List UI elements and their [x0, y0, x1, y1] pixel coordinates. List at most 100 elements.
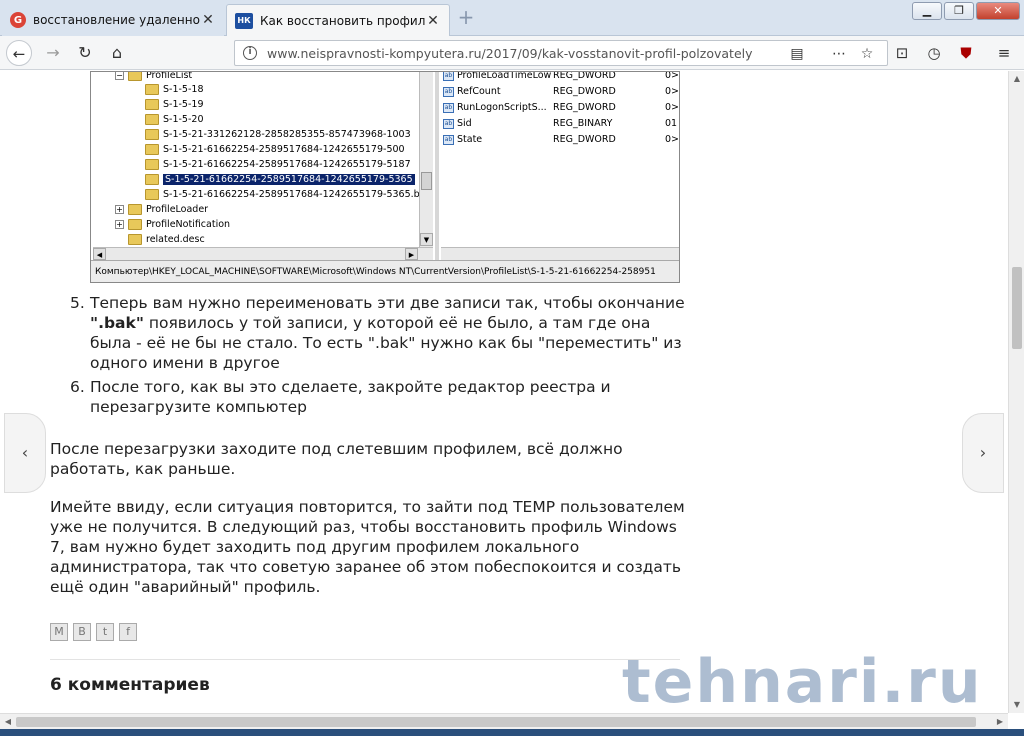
blogger-icon[interactable]: B: [73, 623, 91, 641]
tree-item-label: related.desc: [146, 234, 205, 245]
value-name: RunLogonScriptS...: [457, 102, 547, 113]
value-data: 01: [665, 118, 678, 129]
scroll-right-arrow-icon[interactable]: ▶: [992, 714, 1008, 730]
window-controls: ▁ ❐ ✕: [910, 2, 1020, 20]
tab-inactive[interactable]: G восстановление удаленного п ✕: [2, 4, 224, 36]
site-favicon-icon: НК: [235, 12, 253, 29]
taskbar-edge: [0, 729, 1024, 736]
expand-icon: +: [115, 205, 124, 214]
divider: [50, 659, 680, 660]
reload-icon[interactable]: ↻: [72, 40, 98, 66]
folder-icon: [145, 114, 159, 125]
tree-item-label: S-1-5-21-61662254-2589517684-1242655179-…: [163, 144, 405, 155]
tree-item: + ProfileLoader: [115, 202, 208, 217]
bookmark-star-icon[interactable]: ☆: [857, 44, 877, 64]
value-row: ab RunLogonScriptS... REG_DWORD 0>: [443, 100, 679, 115]
url-text[interactable]: www.neispravnosti-kompyutera.ru/2017/09/…: [267, 46, 787, 61]
scroll-left-arrow-icon[interactable]: ◀: [0, 714, 16, 730]
tree-item: S-1-5-21-61662254-2589517684-1242655179-…: [145, 142, 405, 157]
minimize-button[interactable]: ▁: [912, 2, 942, 20]
page-horizontal-scrollbar[interactable]: ◀ ▶: [0, 713, 1008, 729]
site-info-icon[interactable]: i: [243, 46, 257, 60]
folder-icon: [128, 219, 142, 230]
navigation-bar: ← → ↻ ⌂ i www.neispravnosti-kompyutera.r…: [0, 36, 1024, 70]
folder-icon: [145, 159, 159, 170]
step-text: появилось у той записи, у которой её не …: [90, 314, 682, 372]
home-icon[interactable]: ⌂: [104, 40, 130, 66]
value-data: 0>: [665, 134, 679, 145]
page-actions-icon[interactable]: ⋯: [829, 44, 849, 64]
close-window-button[interactable]: ✕: [976, 2, 1020, 20]
paragraph: Имейте ввиду, если ситуация повторится, …: [50, 498, 685, 596]
library-icon[interactable]: ⊡: [890, 42, 914, 66]
forward-arrow-icon[interactable]: →: [40, 40, 66, 66]
page-vertical-scrollbar[interactable]: ▲ ▼: [1008, 71, 1024, 713]
value-name: Sid: [457, 118, 472, 129]
tab-active[interactable]: НК Как восстановить профиль по ✕: [226, 4, 450, 36]
registry-editor-screenshot: − ProfileList S-1-5-18 S-1-5-19 S-1-5-20…: [90, 71, 680, 283]
tree-horizontal-scrollbar: ◀ ▶: [93, 247, 433, 260]
google-favicon-icon: G: [10, 12, 26, 28]
tree-item-label: S-1-5-21-331262128-2858285355-857473968-…: [163, 129, 411, 140]
expand-icon: +: [115, 220, 124, 229]
article-body: 5. Теперь вам нужно переименовать эти дв…: [50, 293, 690, 597]
value-type: REG_DWORD: [553, 72, 616, 81]
scroll-up-arrow-icon[interactable]: ▲: [1009, 71, 1024, 87]
address-bar[interactable]: i www.neispravnosti-kompyutera.ru/2017/0…: [234, 40, 888, 66]
scroll-thumb[interactable]: [16, 717, 976, 727]
scroll-right-arrow-icon: ▶: [405, 248, 418, 260]
pane-splitter: [435, 72, 439, 260]
close-tab-icon[interactable]: ✕: [200, 12, 216, 28]
scroll-down-arrow-icon[interactable]: ▼: [1009, 697, 1024, 713]
registry-tree: − ProfileList S-1-5-18 S-1-5-19 S-1-5-20…: [93, 72, 433, 247]
tree-item-label: S-1-5-18: [163, 84, 204, 95]
value-row: ab ProfileLoadTimeLow REG_DWORD 0>: [443, 72, 679, 83]
value-row: ab State REG_DWORD 0>: [443, 132, 679, 147]
tree-item: S-1-5-20: [145, 112, 204, 127]
step-text: Теперь вам нужно переименовать эти две з…: [90, 294, 685, 312]
dword-value-icon: ab: [443, 86, 454, 97]
tree-vertical-scrollbar: ▼: [419, 72, 433, 247]
folder-icon: [145, 189, 159, 200]
value-data: 0>: [665, 72, 679, 81]
history-clock-icon[interactable]: ◷: [922, 42, 946, 66]
value-type: REG_DWORD: [553, 102, 616, 113]
tree-item: S-1-5-21-331262128-2858285355-857473968-…: [145, 127, 411, 142]
tree-item-label: ProfileLoader: [146, 204, 209, 215]
twitter-icon[interactable]: t: [96, 623, 114, 641]
tree-item-label: S-1-5-21-61662254-2589517684-1242655179-…: [163, 159, 411, 170]
value-data: 0>: [665, 86, 679, 97]
tree-item-label: S-1-5-21-61662254-2589517684-1242655179-…: [163, 189, 431, 200]
ublock-shield-icon[interactable]: ⛊: [954, 42, 978, 66]
restore-button[interactable]: ❐: [944, 2, 974, 20]
value-row: ab RefCount REG_DWORD 0>: [443, 84, 679, 99]
menu-hamburger-icon[interactable]: ≡: [992, 42, 1016, 66]
dword-value-icon: ab: [443, 72, 454, 81]
tree-item: S-1-5-21-61662254-2589517684-1242655179-…: [145, 187, 431, 202]
dword-value-icon: ab: [443, 134, 454, 145]
comments-heading: 6 комментариев: [50, 675, 210, 695]
share-buttons: M B t f: [50, 623, 142, 641]
folder-icon: [145, 129, 159, 140]
new-tab-plus-icon[interactable]: +: [454, 6, 478, 30]
close-tab-icon[interactable]: ✕: [425, 13, 441, 29]
back-arrow-icon[interactable]: ←: [6, 40, 32, 66]
gmail-icon[interactable]: M: [50, 623, 68, 641]
scroll-thumb[interactable]: [1012, 267, 1022, 349]
tree-item-label: S-1-5-20: [163, 114, 204, 125]
tree-item: S-1-5-18: [145, 82, 204, 97]
tree-item: + ProfileNotification: [115, 217, 230, 232]
facebook-icon[interactable]: f: [119, 623, 137, 641]
folder-icon: [128, 204, 142, 215]
reader-view-icon[interactable]: ▤: [787, 44, 807, 64]
dword-value-icon: ab: [443, 102, 454, 113]
tab-title: восстановление удаленного п: [33, 13, 200, 27]
tree-item-selected: S-1-5-21-61662254-2589517684-1242655179-…: [145, 172, 416, 187]
next-post-arrow[interactable]: ›: [962, 413, 1004, 493]
previous-post-arrow[interactable]: ‹: [4, 413, 46, 493]
collapse-icon: −: [115, 72, 124, 80]
folder-icon: [128, 234, 142, 245]
list-item: 5. Теперь вам нужно переименовать эти дв…: [50, 293, 690, 373]
scroll-left-arrow-icon: ◀: [93, 248, 106, 260]
tree-item: S-1-5-19: [145, 97, 204, 112]
